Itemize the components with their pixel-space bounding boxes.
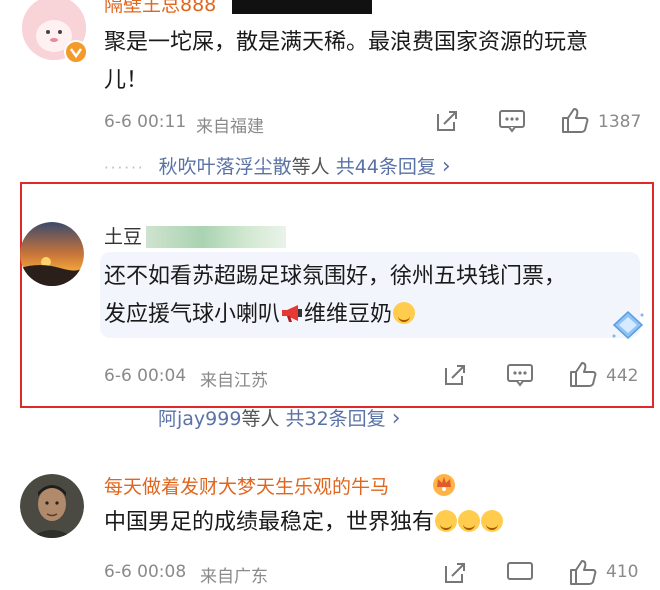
crown-badge-icon (430, 470, 458, 502)
like-count: 1387 (598, 112, 642, 132)
replies-suffix: 等人 (241, 408, 280, 430)
comment-location: 来自福建 (196, 117, 264, 137)
comment-text: 还不如看苏超踢足球氛围好，徐州五块钱门票， 发应援气球小喇叭 维维豆奶 (104, 264, 567, 327)
like-icon[interactable] (568, 360, 598, 392)
gem-badge-icon (610, 310, 646, 344)
laugh-cry-emoji-icon (435, 510, 458, 532)
comment-time: 6-6 00:11 (104, 112, 187, 132)
dots-icon: ······ (104, 159, 145, 177)
comment-username[interactable]: 每天做着发财大梦天生乐观的牛马 (104, 472, 389, 499)
replies-user[interactable]: 阿jay999 (158, 408, 241, 430)
comment-username[interactable]: 隔壁王总888 (104, 0, 216, 17)
comment-time: 6-6 00:08 (104, 562, 187, 582)
like-icon[interactable] (560, 106, 590, 138)
comment-icon[interactable] (506, 560, 534, 590)
replies-total[interactable]: 共32条回复 (286, 408, 386, 430)
verified-badge-icon (64, 40, 88, 64)
replies-suffix: 等人 (291, 156, 330, 178)
smile-emoji-icon (393, 302, 416, 324)
comment-item: 土豆 还不如看苏超踢足球氛围好，徐州五块钱门票， 发应援气球小喇叭 维维豆奶 6-… (0, 182, 660, 408)
comment-location: 来自广东 (200, 567, 268, 587)
comment-item: 隔壁王总888 聚是一坨屎，散是满天稀。最浪费国家资源的玩意 儿！ 6-6 00… (0, 0, 660, 182)
share-icon[interactable] (442, 362, 468, 392)
redaction-bar (232, 0, 372, 14)
chevron-right-icon: › (391, 406, 401, 431)
comment-text: 聚是一坨屎，散是满天稀。最浪费国家资源的玩意 儿！ (104, 30, 589, 93)
laugh-cry-emoji-icon (481, 510, 504, 532)
replies-link[interactable]: 阿jay999等人 共32条回复 › (158, 404, 401, 431)
share-icon[interactable] (434, 108, 460, 138)
megaphone-icon (280, 298, 304, 322)
comment-location: 来自江苏 (200, 371, 268, 391)
replies-link[interactable]: ······ 秋吹叶落浮尘散等人 共44条回复 › (104, 152, 451, 179)
redaction-blur (146, 226, 286, 248)
chevron-right-icon: › (441, 154, 451, 179)
like-icon[interactable] (568, 558, 598, 590)
comment-item: 每天做着发财大梦天生乐观的牛马 中国男足的成绩最稳定，世界独有 6-6 00:0… (0, 460, 660, 587)
comment-icon[interactable] (498, 108, 526, 138)
laugh-cry-emoji-icon (458, 510, 481, 532)
comment-time: 6-6 00:04 (104, 366, 187, 386)
avatar[interactable] (20, 474, 84, 538)
comment-icon[interactable] (506, 362, 534, 392)
like-count: 442 (606, 366, 639, 386)
like-count: 410 (606, 562, 639, 582)
avatar[interactable] (20, 222, 84, 286)
replies-user[interactable]: 秋吹叶落浮尘散 (159, 156, 292, 178)
share-icon[interactable] (442, 560, 468, 590)
replies-total[interactable]: 共44条回复 (336, 156, 436, 178)
comment-text: 中国男足的成绩最稳定，世界独有 (104, 504, 644, 542)
comment-username[interactable]: 土豆 (104, 222, 142, 249)
